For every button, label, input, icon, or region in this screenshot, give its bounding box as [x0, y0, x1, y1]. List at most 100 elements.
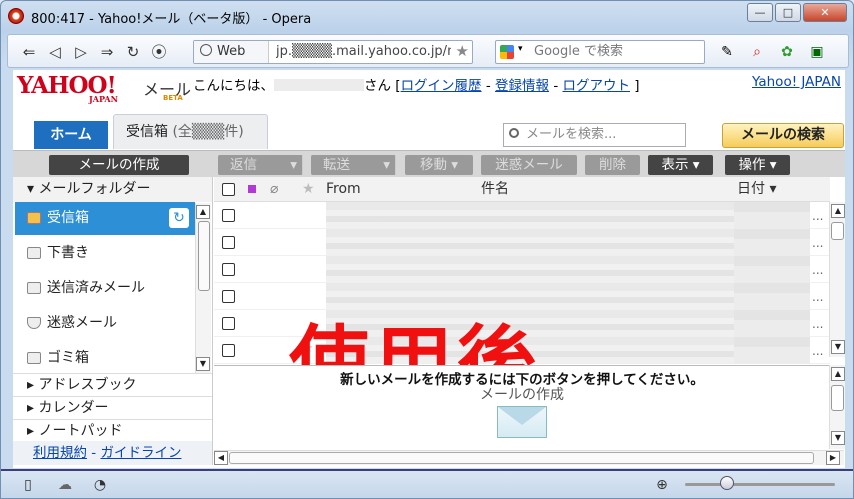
- yahoo-japan-link[interactable]: Yahoo! JAPAN: [752, 74, 841, 90]
- mail-search-input[interactable]: メールを検索...: [503, 123, 686, 147]
- edit-icon[interactable]: ✎: [718, 43, 736, 61]
- scroll-up-icon[interactable]: ▲: [831, 367, 845, 381]
- preview-scroll-thumb[interactable]: [831, 385, 844, 411]
- list-scroll-thumb[interactable]: [831, 222, 844, 240]
- sidebar-scroll-thumb[interactable]: [198, 221, 210, 291]
- folder-trash[interactable]: ゴミ箱: [15, 342, 195, 375]
- turbo-icon[interactable]: ◔: [91, 477, 109, 493]
- attachment-column-icon[interactable]: ⌀: [270, 177, 278, 202]
- forward-button[interactable]: 転送 ▾: [311, 155, 396, 175]
- folder-inbox[interactable]: 受信箱 ↻: [15, 202, 195, 235]
- sent-icon: [27, 282, 41, 294]
- notepad-link[interactable]: ▸ ノートパッド: [13, 419, 212, 442]
- action-menu-button[interactable]: 操作 ▾: [725, 155, 790, 175]
- browser-window: 800:417 - Yahoo!メール（ベータ版） - Opera — □ ✕ …: [0, 0, 854, 499]
- navigation-bar: ⇐ ◁ ▷ ⇒ ↻ ⦿ Web jp.▒▒▒▒.mail.yahoo.co.jp…: [7, 34, 849, 68]
- opera-logo-icon: [8, 8, 24, 24]
- window-controls: — □ ✕: [747, 3, 847, 22]
- scroll-right-icon[interactable]: ▶: [826, 451, 840, 465]
- zoom-slider-handle[interactable]: [720, 476, 734, 490]
- folder-sent[interactable]: 送信済みメール: [15, 272, 195, 305]
- beta-badge: BETA: [163, 94, 183, 102]
- horizontal-scrollbar[interactable]: ◀ ▶: [214, 450, 844, 465]
- scroll-down-icon[interactable]: ▼: [831, 431, 845, 445]
- sidebar-scrollbar[interactable]: ▲ ▼: [195, 203, 211, 373]
- folder-sidebar: ▾ メールフォルダー 受信箱 ↻ 下書き 送信済みメール 迷惑メール ゴミ箱 ▲ …: [13, 177, 213, 465]
- maximize-button[interactable]: □: [775, 3, 801, 22]
- reload-icon[interactable]: ↻: [124, 43, 142, 61]
- greeting: こんにちは、 さん [ログイン履歴 - 登録情報 - ログアウト ]: [193, 78, 640, 94]
- move-button[interactable]: 移動 ▾: [405, 155, 473, 175]
- scroll-up-icon[interactable]: ▲: [196, 205, 210, 219]
- url-text[interactable]: jp.▒▒▒▒.mail.yahoo.co.jp/m: [276, 41, 451, 63]
- fast-forward-icon[interactable]: ⇒: [98, 43, 116, 61]
- minimize-button[interactable]: —: [747, 3, 773, 22]
- refresh-icon[interactable]: ↻: [169, 208, 189, 228]
- bookmark-star-icon[interactable]: ★: [456, 42, 469, 60]
- row-checkbox[interactable]: [222, 236, 235, 249]
- scroll-up-icon[interactable]: ▲: [831, 204, 845, 218]
- yahoo-logo[interactable]: YAHOO! JAPAN: [17, 72, 118, 104]
- tab-inbox[interactable]: 受信箱 (全▒▒▒件): [113, 114, 268, 149]
- cloud-icon[interactable]: ☁: [56, 477, 74, 493]
- rewind-icon[interactable]: ⇐: [20, 43, 38, 61]
- date-column-header[interactable]: 日付 ▾: [737, 177, 776, 202]
- search-icon: [509, 128, 519, 138]
- logout-link[interactable]: ログアウト: [563, 78, 631, 94]
- spam-button[interactable]: 迷惑メール: [481, 155, 577, 175]
- account-info-link[interactable]: 登録情報: [495, 78, 549, 94]
- forward-dropdown-icon: ▾: [383, 157, 390, 173]
- trash-icon: [27, 352, 41, 364]
- back-icon[interactable]: ◁: [46, 43, 64, 61]
- row-checkbox[interactable]: [222, 209, 235, 222]
- reply-button[interactable]: 返信 ▾: [218, 155, 303, 175]
- reply-dropdown-icon: ▾: [290, 157, 297, 173]
- view-menu-button[interactable]: 表示 ▾: [648, 155, 713, 175]
- folder-spam[interactable]: 迷惑メール: [15, 307, 195, 340]
- draft-icon: [27, 247, 41, 259]
- terms-link[interactable]: 利用規約: [33, 445, 87, 461]
- google-search-field[interactable]: ▾ Google で検索: [495, 40, 705, 64]
- search-engine-dropdown-icon[interactable]: ▾: [518, 44, 523, 54]
- extensions-icon[interactable]: ✿: [778, 43, 796, 61]
- row-checkbox[interactable]: [222, 344, 235, 357]
- select-all-checkbox[interactable]: [222, 183, 235, 196]
- scroll-down-icon[interactable]: ▼: [196, 357, 210, 371]
- folder-drafts[interactable]: 下書き: [15, 237, 195, 270]
- list-header: ⌀ ★ From 件名 日付 ▾: [214, 177, 830, 202]
- horizontal-scroll-thumb[interactable]: [229, 452, 814, 464]
- address-bar[interactable]: Web jp.▒▒▒▒.mail.yahoo.co.jp/m ★: [193, 40, 473, 64]
- envelope-icon[interactable]: [497, 406, 547, 438]
- preview-scrollbar[interactable]: ▲ ▼: [829, 365, 845, 449]
- calendar-link[interactable]: ▸ カレンダー: [13, 396, 212, 419]
- close-button[interactable]: ✕: [803, 3, 847, 22]
- star-column-icon[interactable]: ★: [302, 177, 315, 202]
- row-checkbox[interactable]: [222, 317, 235, 330]
- redacted-dates: [734, 202, 810, 364]
- forward-icon[interactable]: ▷: [72, 43, 90, 61]
- compose-button[interactable]: メールの作成: [49, 155, 189, 175]
- wand-icon[interactable]: ⦿: [150, 43, 168, 61]
- sidebar-toggle-icon[interactable]: ▣: [808, 43, 826, 61]
- login-history-link[interactable]: ログイン履歴: [401, 78, 482, 94]
- row-checkbox[interactable]: [222, 290, 235, 303]
- row-checkbox[interactable]: [222, 263, 235, 276]
- addressbook-link[interactable]: ▸ アドレスブック: [13, 373, 212, 396]
- zoom-slider[interactable]: [685, 483, 835, 486]
- panel-toggle-icon[interactable]: ▯: [19, 477, 37, 493]
- zoom-icon[interactable]: ⊕: [653, 477, 671, 493]
- guidelines-link[interactable]: ガイドライン: [100, 445, 181, 461]
- tab-home[interactable]: ホーム: [34, 121, 108, 149]
- subject-column-header[interactable]: 件名: [481, 177, 509, 202]
- scroll-left-icon[interactable]: ◀: [214, 451, 228, 465]
- preview-pane: 新しいメールを作成するには下のボタンを押してください。 メールの作成: [214, 365, 830, 449]
- flag-column-icon[interactable]: [248, 185, 256, 193]
- web-badge: Web: [194, 41, 269, 63]
- from-column-header[interactable]: From: [326, 177, 361, 202]
- scroll-down-icon[interactable]: ▼: [831, 340, 845, 354]
- find-icon[interactable]: ⌕: [748, 43, 766, 61]
- folder-header[interactable]: ▾ メールフォルダー: [13, 177, 212, 202]
- delete-button[interactable]: 削除: [585, 155, 640, 175]
- mail-search-button[interactable]: メールの検索: [722, 123, 844, 148]
- list-scrollbar[interactable]: ▲ ▼: [829, 202, 845, 357]
